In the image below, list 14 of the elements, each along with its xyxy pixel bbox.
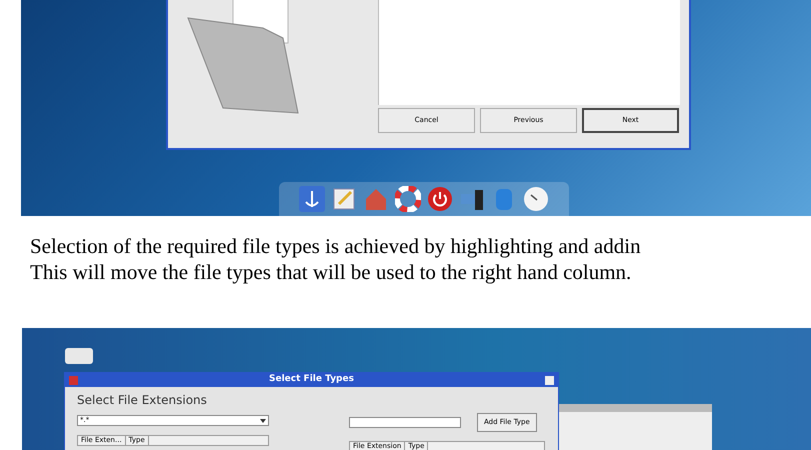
anchor-icon — [299, 186, 325, 212]
dropdown-icon — [260, 418, 266, 424]
body-text-line: This will move the file types that will be used to the right hand column. — [30, 259, 632, 285]
input-field[interactable] — [349, 416, 461, 428]
drive-icon — [65, 348, 93, 364]
maximize-icon[interactable] — [545, 376, 554, 384]
heading: Select File Extensions — [77, 392, 208, 409]
clock-icon — [523, 186, 549, 212]
power-icon — [427, 186, 453, 212]
notepad-icon — [331, 186, 357, 212]
lifebuoy-icon — [395, 186, 421, 212]
home-icon — [363, 186, 389, 212]
window-title: Select File Types — [269, 373, 354, 386]
body-text-line: Selection of the required file types is achieved by highlighting and addin — [30, 233, 641, 259]
